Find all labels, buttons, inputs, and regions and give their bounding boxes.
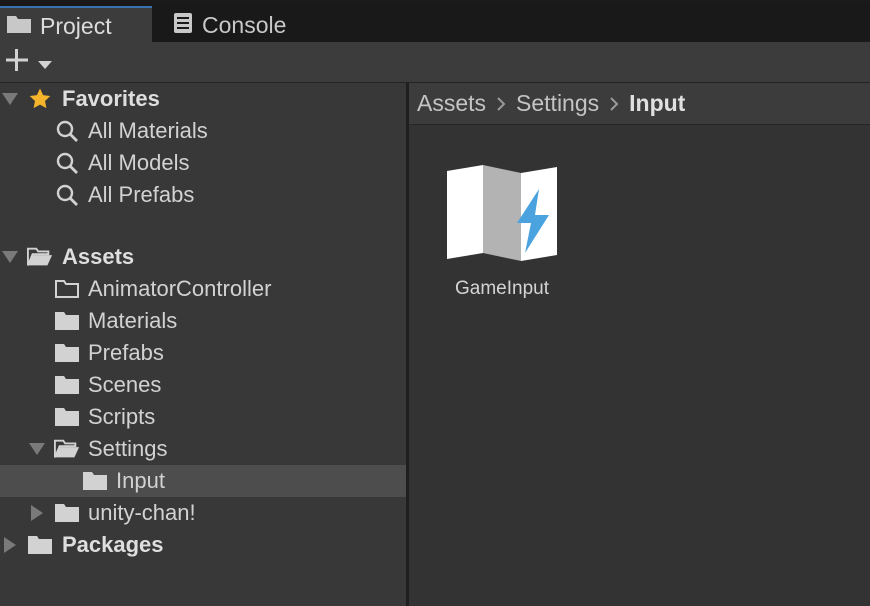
folder-icon [54, 341, 80, 365]
tree-item-unity-chan[interactable]: unity-chan! [0, 497, 406, 529]
tree-item-favorites[interactable]: Favorites [0, 83, 406, 115]
breadcrumb-input[interactable]: Input [629, 90, 685, 117]
tab-project[interactable]: Project [0, 6, 152, 45]
project-toolbar [0, 42, 870, 83]
folder-icon [27, 533, 53, 557]
favorites-label: Favorites [62, 86, 160, 111]
tab-console-label: Console [202, 12, 287, 38]
chevron-right-icon [609, 96, 619, 112]
packages-label: Packages [62, 532, 164, 557]
asset-label: GameInput [455, 278, 549, 299]
tree-item-label: All Materials [88, 118, 208, 143]
chevron-right-icon [496, 96, 506, 112]
search-icon [54, 183, 80, 207]
folder-icon [54, 405, 80, 429]
tree-item-packages[interactable]: Packages [0, 529, 406, 561]
folder-empty-icon [54, 277, 80, 301]
folder-icon [54, 373, 80, 397]
tree-item-all-models[interactable]: All Models [0, 147, 406, 179]
plus-icon [4, 47, 30, 79]
tree-item-label: All Models [88, 150, 190, 175]
tree-item-assets[interactable]: Assets [0, 241, 406, 273]
assets-label: Assets [62, 244, 135, 269]
breadcrumb: Assets Settings Input [409, 83, 870, 125]
tree-item-settings[interactable]: Settings [0, 433, 406, 465]
tree-item-animatorcontroller[interactable]: AnimatorController [0, 273, 406, 305]
project-folder-tree: Favorites All Materials All Models All P… [0, 83, 406, 606]
tree-item-all-materials[interactable]: All Materials [0, 115, 406, 147]
tree-item-label: Input [116, 468, 165, 493]
tree-item-input[interactable]: Input [0, 465, 406, 497]
caret-down-icon [38, 50, 52, 76]
folder-icon [54, 501, 80, 525]
breadcrumb-assets[interactable]: Assets [417, 90, 486, 117]
tree-item-materials[interactable]: Materials [0, 305, 406, 337]
folder-icon [6, 13, 32, 40]
search-icon [54, 151, 80, 175]
expand-arrow-icon[interactable] [1, 248, 19, 266]
collapse-arrow-icon[interactable] [1, 536, 19, 554]
collapse-arrow-icon[interactable] [28, 504, 46, 522]
tree-item-label: All Prefabs [88, 182, 195, 207]
search-icon [54, 119, 80, 143]
console-icon [172, 12, 194, 40]
folder-open-icon [27, 245, 53, 269]
input-actions-icon [443, 161, 561, 261]
window-tab-bar: Project Console [0, 0, 870, 45]
tree-item-label: Prefabs [88, 340, 164, 365]
star-icon [27, 87, 53, 111]
breadcrumb-settings[interactable]: Settings [516, 90, 599, 117]
tab-console[interactable]: Console [166, 6, 286, 45]
folder-icon [82, 469, 108, 493]
asset-browser: Assets Settings Input GameInput [409, 83, 870, 606]
tree-item-prefabs[interactable]: Prefabs [0, 337, 406, 369]
tree-item-label: Scenes [88, 372, 162, 397]
tree-item-scripts[interactable]: Scripts [0, 401, 406, 433]
folder-open-icon [54, 437, 80, 461]
tree-item-label: unity-chan! [88, 500, 196, 525]
expand-arrow-icon[interactable] [28, 440, 46, 458]
tree-item-all-prefabs[interactable]: All Prefabs [0, 179, 406, 211]
tree-item-label: Scripts [88, 404, 156, 429]
tree-item-label: Settings [88, 436, 168, 461]
tab-project-label: Project [40, 13, 112, 39]
folder-icon [54, 309, 80, 333]
tree-item-label: AnimatorController [88, 276, 272, 301]
asset-tile-gameinput[interactable]: GameInput [439, 155, 565, 305]
create-asset-button[interactable] [4, 48, 56, 78]
tree-item-scenes[interactable]: Scenes [0, 369, 406, 401]
tree-item-label: Materials [88, 308, 178, 333]
expand-arrow-icon[interactable] [1, 90, 19, 108]
